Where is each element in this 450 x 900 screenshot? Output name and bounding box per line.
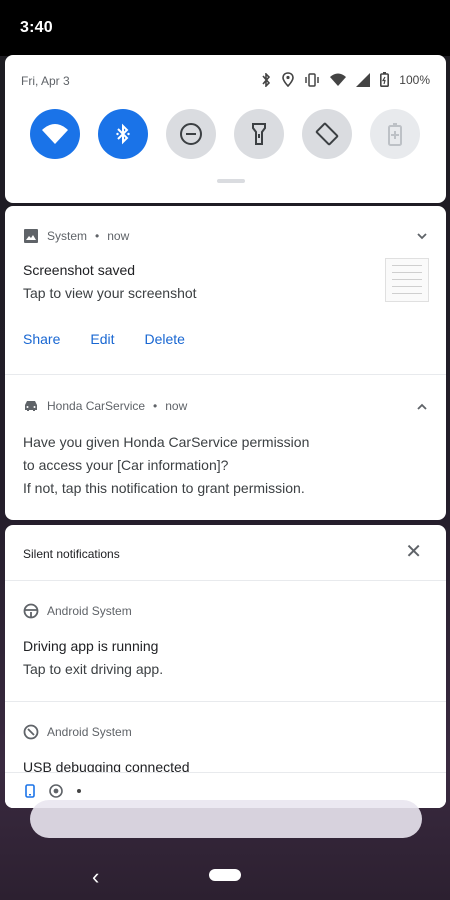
home-button[interactable]	[209, 869, 241, 881]
notification-group: System • now Screenshot saved Tap to vie…	[5, 206, 446, 520]
body-line: If not, tap this notification to grant p…	[23, 480, 305, 496]
google-search-bar[interactable]	[30, 800, 422, 838]
notification-header: Android System	[23, 603, 132, 619]
divider	[5, 701, 446, 702]
bluetooth-icon	[116, 123, 130, 145]
auto-rotate-tile[interactable]	[302, 109, 352, 159]
image-icon	[24, 229, 38, 243]
chrome-icon	[49, 783, 63, 798]
car-icon	[25, 401, 37, 411]
status-time: 3:40	[20, 19, 53, 36]
steering-wheel-icon	[23, 603, 39, 619]
qs-date: Fri, Apr 3	[21, 74, 70, 88]
notification-text: Tap to exit driving app.	[23, 661, 164, 677]
notification-actions: Share Edit Delete	[23, 331, 215, 347]
wifi-icon	[42, 124, 68, 144]
do-not-disturb-tile[interactable]	[166, 109, 216, 159]
delete-button[interactable]: Delete	[144, 331, 184, 347]
navigation-bar: ‹	[0, 852, 450, 900]
quick-tiles	[30, 109, 420, 159]
chevron-down-icon[interactable]	[416, 232, 428, 240]
battery-percent: 100%	[399, 72, 430, 87]
phone-icon	[25, 783, 35, 798]
battery-saver-icon	[388, 123, 402, 146]
silent-notifications: Silent notifications ✕ Android System Dr…	[5, 525, 446, 808]
notification-header: Honda CarService • now	[23, 399, 187, 413]
wifi-status-icon	[330, 73, 347, 86]
vibrate-icon	[305, 72, 320, 87]
bug-icon	[23, 724, 39, 740]
screenshot-thumbnail	[385, 258, 429, 302]
notification-text: Tap to view your screenshot	[23, 285, 197, 301]
cell-signal-icon	[356, 72, 371, 87]
app-name: Android System	[47, 725, 132, 739]
auto-rotate-icon	[315, 122, 339, 146]
bluetooth-tile[interactable]	[98, 109, 148, 159]
notification-title: Screenshot saved	[23, 262, 136, 278]
notification-title: Driving app is running	[23, 638, 159, 654]
notification-body: Have you given Honda CarService permissi…	[23, 431, 309, 500]
edit-button[interactable]: Edit	[90, 331, 114, 347]
notification-header: System • now	[23, 228, 129, 244]
back-icon[interactable]: ‹	[92, 864, 99, 890]
notification-time: now	[107, 229, 130, 243]
silent-header: Silent notifications	[23, 547, 120, 561]
divider	[5, 580, 446, 581]
location-icon	[282, 72, 295, 87]
flashlight-tile[interactable]	[234, 109, 284, 159]
body-line: to access your [Car information]?	[23, 457, 229, 473]
chevron-up-icon[interactable]	[416, 403, 428, 411]
divider	[5, 374, 446, 375]
flashlight-icon	[252, 123, 266, 145]
expand-handle[interactable]	[217, 179, 245, 183]
close-icon[interactable]: ✕	[405, 542, 422, 562]
bluetooth-status-icon	[262, 72, 271, 87]
quick-settings-panel: Fri, Apr 3 100%	[5, 55, 446, 203]
more-dot	[77, 788, 81, 793]
notification-time: now	[165, 399, 188, 413]
status-bar: 3:40	[0, 0, 450, 56]
battery-saver-tile[interactable]	[370, 109, 420, 159]
app-name: Android System	[47, 604, 132, 618]
app-name: System	[47, 229, 88, 243]
notification-header: Android System	[23, 724, 132, 740]
battery-icon	[380, 72, 390, 87]
body-line: Have you given Honda CarService permissi…	[23, 434, 310, 450]
qs-status-icons: 100%	[260, 72, 430, 87]
share-button[interactable]: Share	[23, 331, 60, 347]
app-name: Honda CarService	[47, 399, 146, 413]
wifi-tile[interactable]	[30, 109, 80, 159]
do-not-disturb-icon	[180, 123, 202, 145]
